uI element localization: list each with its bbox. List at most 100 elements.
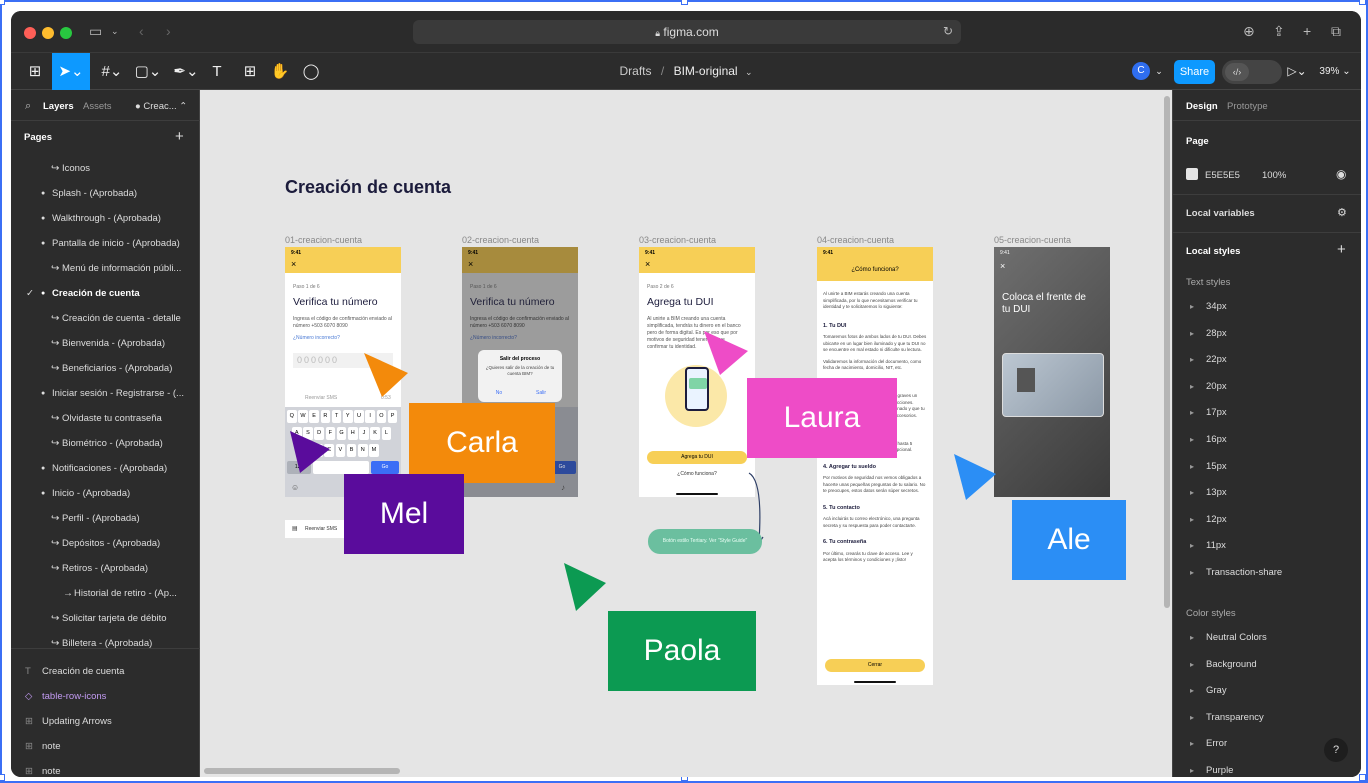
forward-arrow-icon[interactable]: ›	[166, 23, 171, 39]
page-item[interactable]: ● Walkthrough - (Aprobada)	[11, 206, 199, 231]
keyboard-key[interactable]: I	[365, 410, 375, 423]
close-window-button[interactable]	[24, 27, 36, 39]
keyboard-key[interactable]: L	[381, 427, 392, 440]
text-style-item[interactable]: ▸ Transaction-share	[1173, 563, 1361, 583]
page-color-value[interactable]: E5E5E5	[1205, 170, 1240, 181]
resend-sms[interactable]: Reenviar SMS	[305, 395, 337, 401]
page-item[interactable]: ● Pantalla de inicio - (Aprobada)	[11, 231, 199, 256]
keyboard-key[interactable]: U	[354, 410, 364, 423]
avatar[interactable]: C	[1132, 62, 1150, 80]
eye-icon[interactable]: ◉	[1336, 167, 1346, 181]
dialog-exit-button[interactable]: Salir	[520, 390, 562, 396]
page-item[interactable]: ↪ Menú de información públi...	[11, 256, 199, 281]
close-modal-button[interactable]: Cerrar	[825, 659, 925, 672]
text-style-item[interactable]: ▸ 20px	[1173, 377, 1361, 397]
add-page-icon[interactable]: +	[175, 128, 184, 145]
sidebar-toggle-icon[interactable]: ▭	[89, 23, 102, 40]
text-style-item[interactable]: ▸ 22px	[1173, 350, 1361, 370]
color-style-item[interactable]: ▸ Neutral Colors	[1173, 628, 1361, 648]
tab-assets[interactable]: Assets	[83, 101, 112, 112]
close-icon[interactable]: ×	[468, 259, 473, 269]
key-go[interactable]: Go	[371, 461, 399, 474]
move-tool-icon[interactable]: ➤⌄	[52, 53, 90, 90]
wrong-number-link[interactable]: ¿Número incorrecto?	[470, 335, 517, 341]
pen-tool-icon[interactable]: ✒⌄	[171, 53, 201, 90]
keyboard-key[interactable]: M	[369, 444, 379, 457]
phone-frame-05[interactable]: 9:41 × Coloca el frente de tu DUI	[994, 247, 1110, 497]
keyboard-key[interactable]: K	[370, 427, 380, 440]
zoom-window-button[interactable]	[60, 27, 72, 39]
share-button[interactable]: Share	[1174, 60, 1215, 84]
page-item[interactable]: ↪ Olvidaste tu contraseña	[11, 406, 199, 431]
share-icon[interactable]: ⇪	[1273, 23, 1285, 40]
page-item[interactable]: ↪ Bienvenida - (Aprobada)	[11, 331, 199, 356]
frame-tool-icon[interactable]: #⌄	[97, 53, 127, 90]
keyboard-key[interactable]: E	[309, 410, 319, 423]
zoom-level[interactable]: 39% ⌄	[1315, 53, 1355, 90]
page-item[interactable]: ↪ Beneficiarios - (Aprobada)	[11, 356, 199, 381]
keyboard-key[interactable]: J	[359, 427, 369, 440]
page-selector[interactable]: ● Creac... ⌃	[135, 101, 187, 112]
color-style-item[interactable]: ▸ Background	[1173, 655, 1361, 675]
play-icon[interactable]: ▷⌄	[1285, 53, 1309, 90]
variables-settings-icon[interactable]: ⚙	[1337, 206, 1347, 219]
text-style-item[interactable]: ▸ 15px	[1173, 457, 1361, 477]
dialog-no-button[interactable]: No	[478, 390, 520, 396]
rectangle-tool-icon[interactable]: ▢⌄	[133, 53, 163, 90]
text-style-item[interactable]: ▸ 17px	[1173, 403, 1361, 423]
keyboard-key[interactable]: B	[346, 444, 357, 457]
page-item[interactable]: ↪ Billetera - (Aprobada)	[11, 631, 199, 656]
page-item[interactable]: ● Notificaciones - (Aprobada)	[11, 456, 199, 481]
page-item[interactable]: ↪ Biométrico - (Aprobada)	[11, 431, 199, 456]
tab-layers[interactable]: Layers	[43, 101, 74, 112]
layer-item[interactable]: ⊞ note	[11, 759, 199, 777]
close-icon[interactable]: ×	[291, 259, 296, 269]
how-it-works-link[interactable]: ¿Cómo funciona?	[639, 471, 755, 477]
page-item[interactable]: ● Splash - (Aprobada)	[11, 181, 199, 206]
keyboard-key[interactable]: G	[336, 427, 347, 440]
tab-prototype[interactable]: Prototype	[1227, 101, 1268, 112]
page-item[interactable]: ↪ Solicitar tarjeta de débito	[11, 606, 199, 631]
main-menu-icon[interactable]: ⊞	[23, 53, 47, 90]
address-bar[interactable]: 🔒︎ figma.com	[413, 20, 961, 44]
phone-frame-04[interactable]: 9:41 ¿Cómo funciona? Al unirte a BIM est…	[817, 247, 933, 685]
page-color-swatch[interactable]	[1186, 168, 1198, 180]
vertical-scrollbar[interactable]	[1164, 96, 1170, 608]
keyboard-key[interactable]: O	[376, 410, 387, 423]
keyboard-key[interactable]: Q	[287, 410, 297, 423]
chevron-down-icon[interactable]: ⌄	[745, 67, 753, 77]
keyboard-key[interactable]: P	[387, 410, 398, 423]
page-opacity-value[interactable]: 100%	[1262, 170, 1286, 181]
text-style-item[interactable]: ▸ 13px	[1173, 483, 1361, 503]
minimize-window-button[interactable]	[42, 27, 54, 39]
keyboard-key[interactable]: R	[320, 410, 331, 423]
new-tab-icon[interactable]: +	[1303, 23, 1311, 39]
page-item[interactable]: ● Iniciar sesión - Registrarse - (...	[11, 381, 199, 406]
keyboard-key[interactable]: T	[331, 410, 342, 423]
keyboard-key[interactable]: V	[335, 444, 346, 457]
add-dui-button[interactable]: Agrega tu DUI	[647, 451, 747, 464]
keyboard-key[interactable]: N	[358, 444, 368, 457]
chevron-down-icon[interactable]: ⌄	[1153, 53, 1165, 90]
page-item[interactable]: ● Inicio - (Aprobada)	[11, 481, 199, 506]
tab-design[interactable]: Design	[1186, 101, 1218, 112]
text-tool-icon[interactable]: T	[207, 53, 227, 90]
comment-tool-icon[interactable]: ◯	[300, 53, 322, 90]
reload-icon[interactable]: ↻	[943, 24, 953, 38]
local-variables[interactable]: Local variables	[1186, 208, 1255, 219]
frame-label[interactable]: 05-creacion-cuenta	[994, 235, 1071, 245]
hand-tool-icon[interactable]: ✋	[269, 53, 291, 90]
emoji-icon[interactable]: ☺	[291, 483, 299, 492]
annotation-note[interactable]: Botón estilo Tertiary. Ver "Style Guide"	[648, 529, 762, 554]
wrong-number-link[interactable]: ¿Número incorrecto?	[293, 335, 340, 341]
tab-overview-icon[interactable]: ⧉	[1331, 23, 1341, 40]
page-item[interactable]: ↪ Creación de cuenta - detalle	[11, 306, 199, 331]
page-item[interactable]: ↪ Depósitos - (Aprobada)	[11, 531, 199, 556]
close-icon[interactable]: ×	[1000, 261, 1005, 271]
breadcrumb-drafts[interactable]: Drafts	[620, 64, 652, 78]
download-icon[interactable]: ⊕	[1243, 23, 1255, 40]
color-style-item[interactable]: ▸ Purple	[1173, 761, 1361, 777]
frame-label[interactable]: 01-creacion-cuenta	[285, 235, 362, 245]
color-style-item[interactable]: ▸ Gray	[1173, 681, 1361, 701]
frame-label[interactable]: 02-creacion-cuenta	[462, 235, 539, 245]
